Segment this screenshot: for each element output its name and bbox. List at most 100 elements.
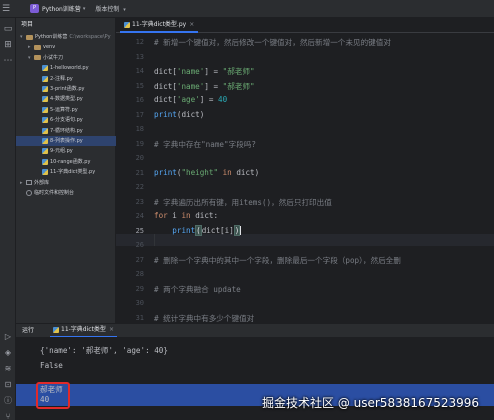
tree-item-label: 8-列表操作.py	[50, 138, 83, 144]
code-line[interactable]: print(dict)	[154, 110, 204, 119]
tree-item-label: 5-运算符.py	[50, 106, 78, 113]
tree-item-label: 2-注释.py	[50, 75, 73, 82]
annotation-red-box	[36, 382, 70, 409]
line-number: 13	[135, 52, 144, 61]
run-icon[interactable]: ▷	[3, 332, 13, 342]
python-file-icon	[42, 158, 48, 165]
tree-item[interactable]: ▸ 外部库	[16, 178, 116, 188]
tree-item-path: C:\workspace\Py	[69, 34, 111, 40]
tree-item[interactable]: 11-字典dict类型.py	[16, 167, 116, 177]
structure-icon[interactable]: ⊞	[3, 40, 13, 50]
chevron-down-icon: ▾	[123, 7, 126, 13]
main-menu-icon[interactable]: ☰	[0, 0, 12, 18]
problems-icon[interactable]: ⓘ	[3, 396, 13, 406]
line-number: 18	[135, 125, 144, 133]
line-number: 23	[135, 197, 144, 206]
code-line[interactable]: # 删除一个字典中的其中一个字段，删除最后一个字段（pop），然后全删	[154, 255, 401, 266]
scratch-icon	[26, 190, 32, 196]
project-badge: P	[30, 4, 39, 13]
run-config-tab[interactable]: 11-字典dict类型 ×	[50, 324, 117, 338]
tree-item-label: 临时文件和控制台	[34, 190, 75, 196]
tree-item-label: 小试牛刀	[43, 54, 64, 61]
python-file-icon	[42, 169, 48, 176]
python-packages-icon[interactable]: ◈	[3, 348, 13, 358]
editor-tab[interactable]: 11-字典dict类型.py ×	[120, 17, 199, 33]
code-line[interactable]: dict['name'] = "郝老师"	[154, 81, 255, 92]
code-editor[interactable]: 12 # 新增一个键值对，然后修改一个键值对，然后新增一个未见的键值对 13 14 di…	[116, 33, 494, 323]
run-panel-label: 运行	[22, 327, 35, 334]
line-number: 15	[135, 81, 144, 90]
tree-item[interactable]: 10-range函数.py	[16, 157, 116, 167]
vcs-widget[interactable]: 版本控制 ▾	[95, 4, 125, 13]
tree-item[interactable]: 2-注释.py	[16, 74, 116, 84]
python-file-icon	[53, 327, 59, 333]
tree-item[interactable]: 临时文件和控制台	[16, 188, 116, 198]
tree-item-label: 10-range函数.py	[50, 158, 91, 165]
folder-icon	[26, 34, 33, 40]
run-tab-label: 11-字典dict类型	[61, 326, 106, 333]
tree-item-label: 11-字典dict类型.py	[50, 169, 96, 176]
tree-item-label: Python训练营	[35, 34, 68, 40]
tree-item[interactable]: 8-列表操作.py	[16, 136, 116, 146]
code-line[interactable]: # 字典遍历出所有键，用items()，然后只打印出值	[154, 197, 332, 208]
line-number: 30	[135, 299, 144, 307]
code-line[interactable]: print("height" in dict)	[154, 168, 259, 177]
code-line[interactable]: # 新增一个键值对，然后修改一个键值对，然后新增一个未见的键值对	[154, 37, 391, 48]
line-number: 19	[135, 139, 144, 148]
tree-item[interactable]: 7-循环结构.py	[16, 126, 116, 136]
tree-item[interactable]: 9-元组.py	[16, 146, 116, 156]
code-line[interactable]: print(dict[i])	[154, 224, 242, 236]
project-panel-title: 项目	[21, 21, 34, 28]
folder-icon	[34, 55, 41, 61]
code-line[interactable]: dict['age'] = 40	[154, 95, 227, 104]
code-line[interactable]: for i in dict:	[154, 211, 218, 220]
code-line[interactable]: # 两个字典融合 update	[154, 284, 241, 295]
library-icon	[26, 180, 32, 186]
more-icon[interactable]: ⋯	[3, 56, 13, 66]
project-switcher[interactable]: P Python训练营 ▾	[30, 4, 85, 13]
close-icon[interactable]: ×	[109, 323, 114, 337]
tree-item[interactable]: ▸ venv	[16, 42, 116, 52]
line-number: 20	[135, 154, 144, 162]
line-number: 28	[135, 270, 144, 278]
python-file-icon	[42, 117, 48, 124]
console-output-line: {'name': '郝老师', 'age': 40}	[40, 346, 168, 355]
tree-item-label: 1-helloworld.py	[50, 65, 89, 72]
current-line-highlight	[116, 234, 494, 246]
folder-icon	[34, 44, 41, 50]
tree-item[interactable]: 6-分支语句.py	[16, 115, 116, 125]
python-file-icon	[42, 96, 48, 103]
tree-item-label: 6-分支语句.py	[50, 117, 83, 124]
indent-guide	[154, 234, 155, 246]
line-number: 31	[135, 313, 144, 322]
close-icon[interactable]: ×	[189, 17, 194, 32]
code-line[interactable]: # 统计字典中有多少个键值对	[154, 313, 254, 324]
python-file-icon	[42, 75, 48, 82]
code-line[interactable]: dict['name'] = "郝老师"	[154, 66, 255, 77]
layers-icon[interactable]: ≋	[3, 364, 13, 374]
title-bar: ☰ P Python训练营 ▾ 版本控制 ▾	[0, 0, 494, 18]
tree-item[interactable]: ▾ Python训练营 C:\workspace\Py	[16, 32, 116, 42]
code-line[interactable]: # 字典中存在"name"字段吗?	[154, 139, 256, 150]
tree-item[interactable]: ▾ 小试牛刀	[16, 53, 116, 63]
tool-window-strip: ▭ ⊞ ⋯ ▷ ◈ ≋ ⊡ ⓘ ⑂	[0, 18, 16, 420]
chevron-down-icon: ▾	[82, 5, 86, 12]
line-number: 17	[135, 110, 144, 119]
python-file-icon	[42, 148, 48, 155]
python-file-icon	[124, 21, 130, 28]
python-file-icon	[42, 138, 48, 144]
tree-item[interactable]: 1-helloworld.py	[16, 63, 116, 73]
tree-item-label: 9-元组.py	[50, 148, 73, 155]
git-icon[interactable]: ⑂	[3, 412, 13, 420]
tree-item-label: 7-循环结构.py	[50, 127, 83, 134]
tree-item[interactable]: 3-print函数.py	[16, 84, 116, 94]
folder-icon[interactable]: ▭	[3, 24, 13, 34]
line-number: 12	[135, 38, 144, 46]
terminal-icon[interactable]: ⊡	[3, 380, 13, 390]
tree-item[interactable]: 4-数据类型.py	[16, 94, 116, 104]
tree-item-label: venv	[43, 44, 56, 51]
tree-item-label: 4-数据类型.py	[50, 96, 83, 103]
python-file-icon	[42, 65, 48, 72]
tree-item[interactable]: 5-运算符.py	[16, 105, 116, 115]
line-number: 22	[135, 183, 144, 191]
